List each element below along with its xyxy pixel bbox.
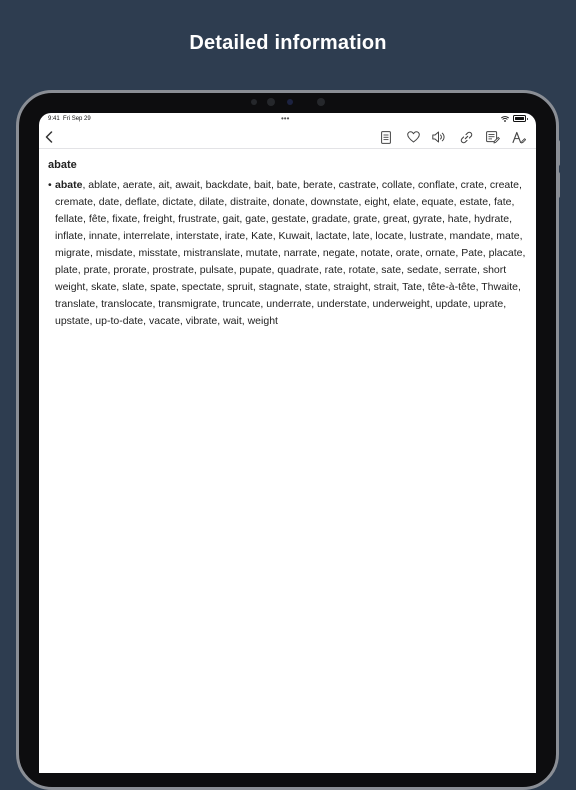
back-button[interactable] xyxy=(41,129,57,145)
edit-note-button[interactable] xyxy=(485,129,501,145)
rhyme-list-text: abate, ablate, aerate, ait, await, backd… xyxy=(55,177,527,330)
heart-icon xyxy=(406,131,420,143)
status-clock: 9:41 xyxy=(48,116,60,122)
sensor-dot xyxy=(317,98,325,106)
page-headline: Detailed information xyxy=(189,32,387,54)
sensor-dot xyxy=(251,99,257,105)
text-size-button[interactable] xyxy=(511,129,527,145)
rhyme-list-item: • abate, ablate, aerate, ait, await, bac… xyxy=(48,177,527,330)
camera-lens xyxy=(287,99,293,105)
link-button[interactable] xyxy=(458,129,474,145)
multitasking-dots[interactable]: ••• xyxy=(281,114,289,123)
entry-title: abate xyxy=(48,159,77,171)
status-indicators xyxy=(501,115,528,122)
sensor-dot xyxy=(267,98,275,106)
status-time: 9:41 Fri Sep 29 xyxy=(48,116,91,122)
list-bullet: • xyxy=(48,179,52,191)
document-icon xyxy=(381,130,391,144)
toolbar xyxy=(39,126,536,149)
document-button[interactable] xyxy=(378,129,394,145)
pronounce-button[interactable] xyxy=(431,129,447,145)
battery-icon xyxy=(513,115,528,122)
status-bar: 9:41 Fri Sep 29 ••• xyxy=(39,113,536,126)
text-size-icon xyxy=(512,131,526,143)
speaker-icon xyxy=(432,131,445,143)
status-date: Fri Sep 29 xyxy=(63,116,91,122)
entry-term: abate xyxy=(55,179,83,191)
entry-content: abate • abate, ablate, aerate, ait, awai… xyxy=(39,149,536,330)
edit-note-icon xyxy=(486,130,500,143)
chevron-left-icon xyxy=(45,131,53,143)
link-icon xyxy=(460,131,472,143)
wifi-icon xyxy=(501,115,509,122)
favorite-button[interactable] xyxy=(405,129,421,145)
app-screen: 9:41 Fri Sep 29 ••• abate • abate, ablat… xyxy=(39,113,536,773)
rhyme-words: , ablate, aerate, ait, await, backdate, … xyxy=(55,179,526,327)
